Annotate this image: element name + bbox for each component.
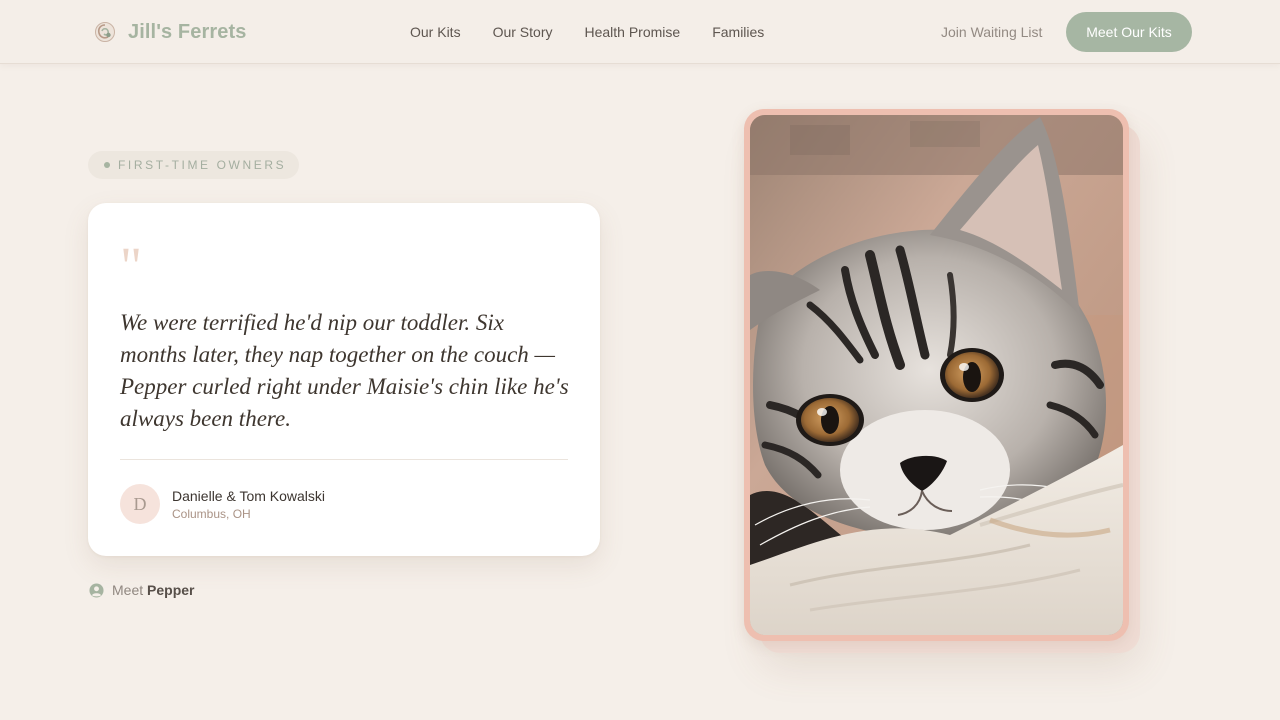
join-waiting-list-link[interactable]: Join Waiting List xyxy=(941,22,1042,42)
author-location: Columbus, OH xyxy=(172,506,251,521)
meet-link-label: Meet Pepper xyxy=(112,582,194,598)
swirl-logo-icon xyxy=(95,22,115,42)
pet-name: Pepper xyxy=(147,582,195,598)
nav-our-story[interactable]: Our Story xyxy=(493,22,553,42)
card-divider xyxy=(120,459,568,460)
author-name: Danielle & Tom Kowalski xyxy=(172,487,326,504)
brand[interactable]: Jill's Ferrets xyxy=(94,20,246,44)
author-info: Danielle & Tom Kowalski Columbus, OH xyxy=(172,487,325,522)
quote-mark-icon: " xyxy=(120,236,143,296)
nav-our-kits[interactable]: Our Kits xyxy=(410,22,461,42)
testimonial-quote: We were terrified he'd nip our toddler. … xyxy=(120,310,569,431)
meet-our-kits-button[interactable]: Meet Our Kits xyxy=(1066,12,1192,52)
brand-name: Jill's Ferrets xyxy=(128,20,247,43)
main-nav: Our Kits Our Story Health Promise Famili… xyxy=(410,22,764,42)
tag-label: FIRST-TIME OWNERS xyxy=(118,158,287,172)
kitten-photo xyxy=(750,115,1123,635)
site-header: Jill's Ferrets Our Kits Our Story Health… xyxy=(0,0,1280,64)
testimonial-card: " We were terrified he'd nip our toddler… xyxy=(88,203,600,556)
user-circle-icon xyxy=(89,582,104,598)
meet-pet-link[interactable]: Meet Pepper xyxy=(89,582,194,598)
avatar: D xyxy=(120,484,160,524)
nav-health-promise[interactable]: Health Promise xyxy=(584,22,680,42)
meet-prefix: Meet xyxy=(112,582,144,598)
category-tag: FIRST-TIME OWNERS xyxy=(88,151,299,179)
testimonial-author: D Danielle & Tom Kowalski Columbus, OH xyxy=(120,484,325,524)
pet-photo-frame xyxy=(744,109,1129,641)
nav-families[interactable]: Families xyxy=(712,22,764,42)
tag-dot xyxy=(104,162,110,168)
